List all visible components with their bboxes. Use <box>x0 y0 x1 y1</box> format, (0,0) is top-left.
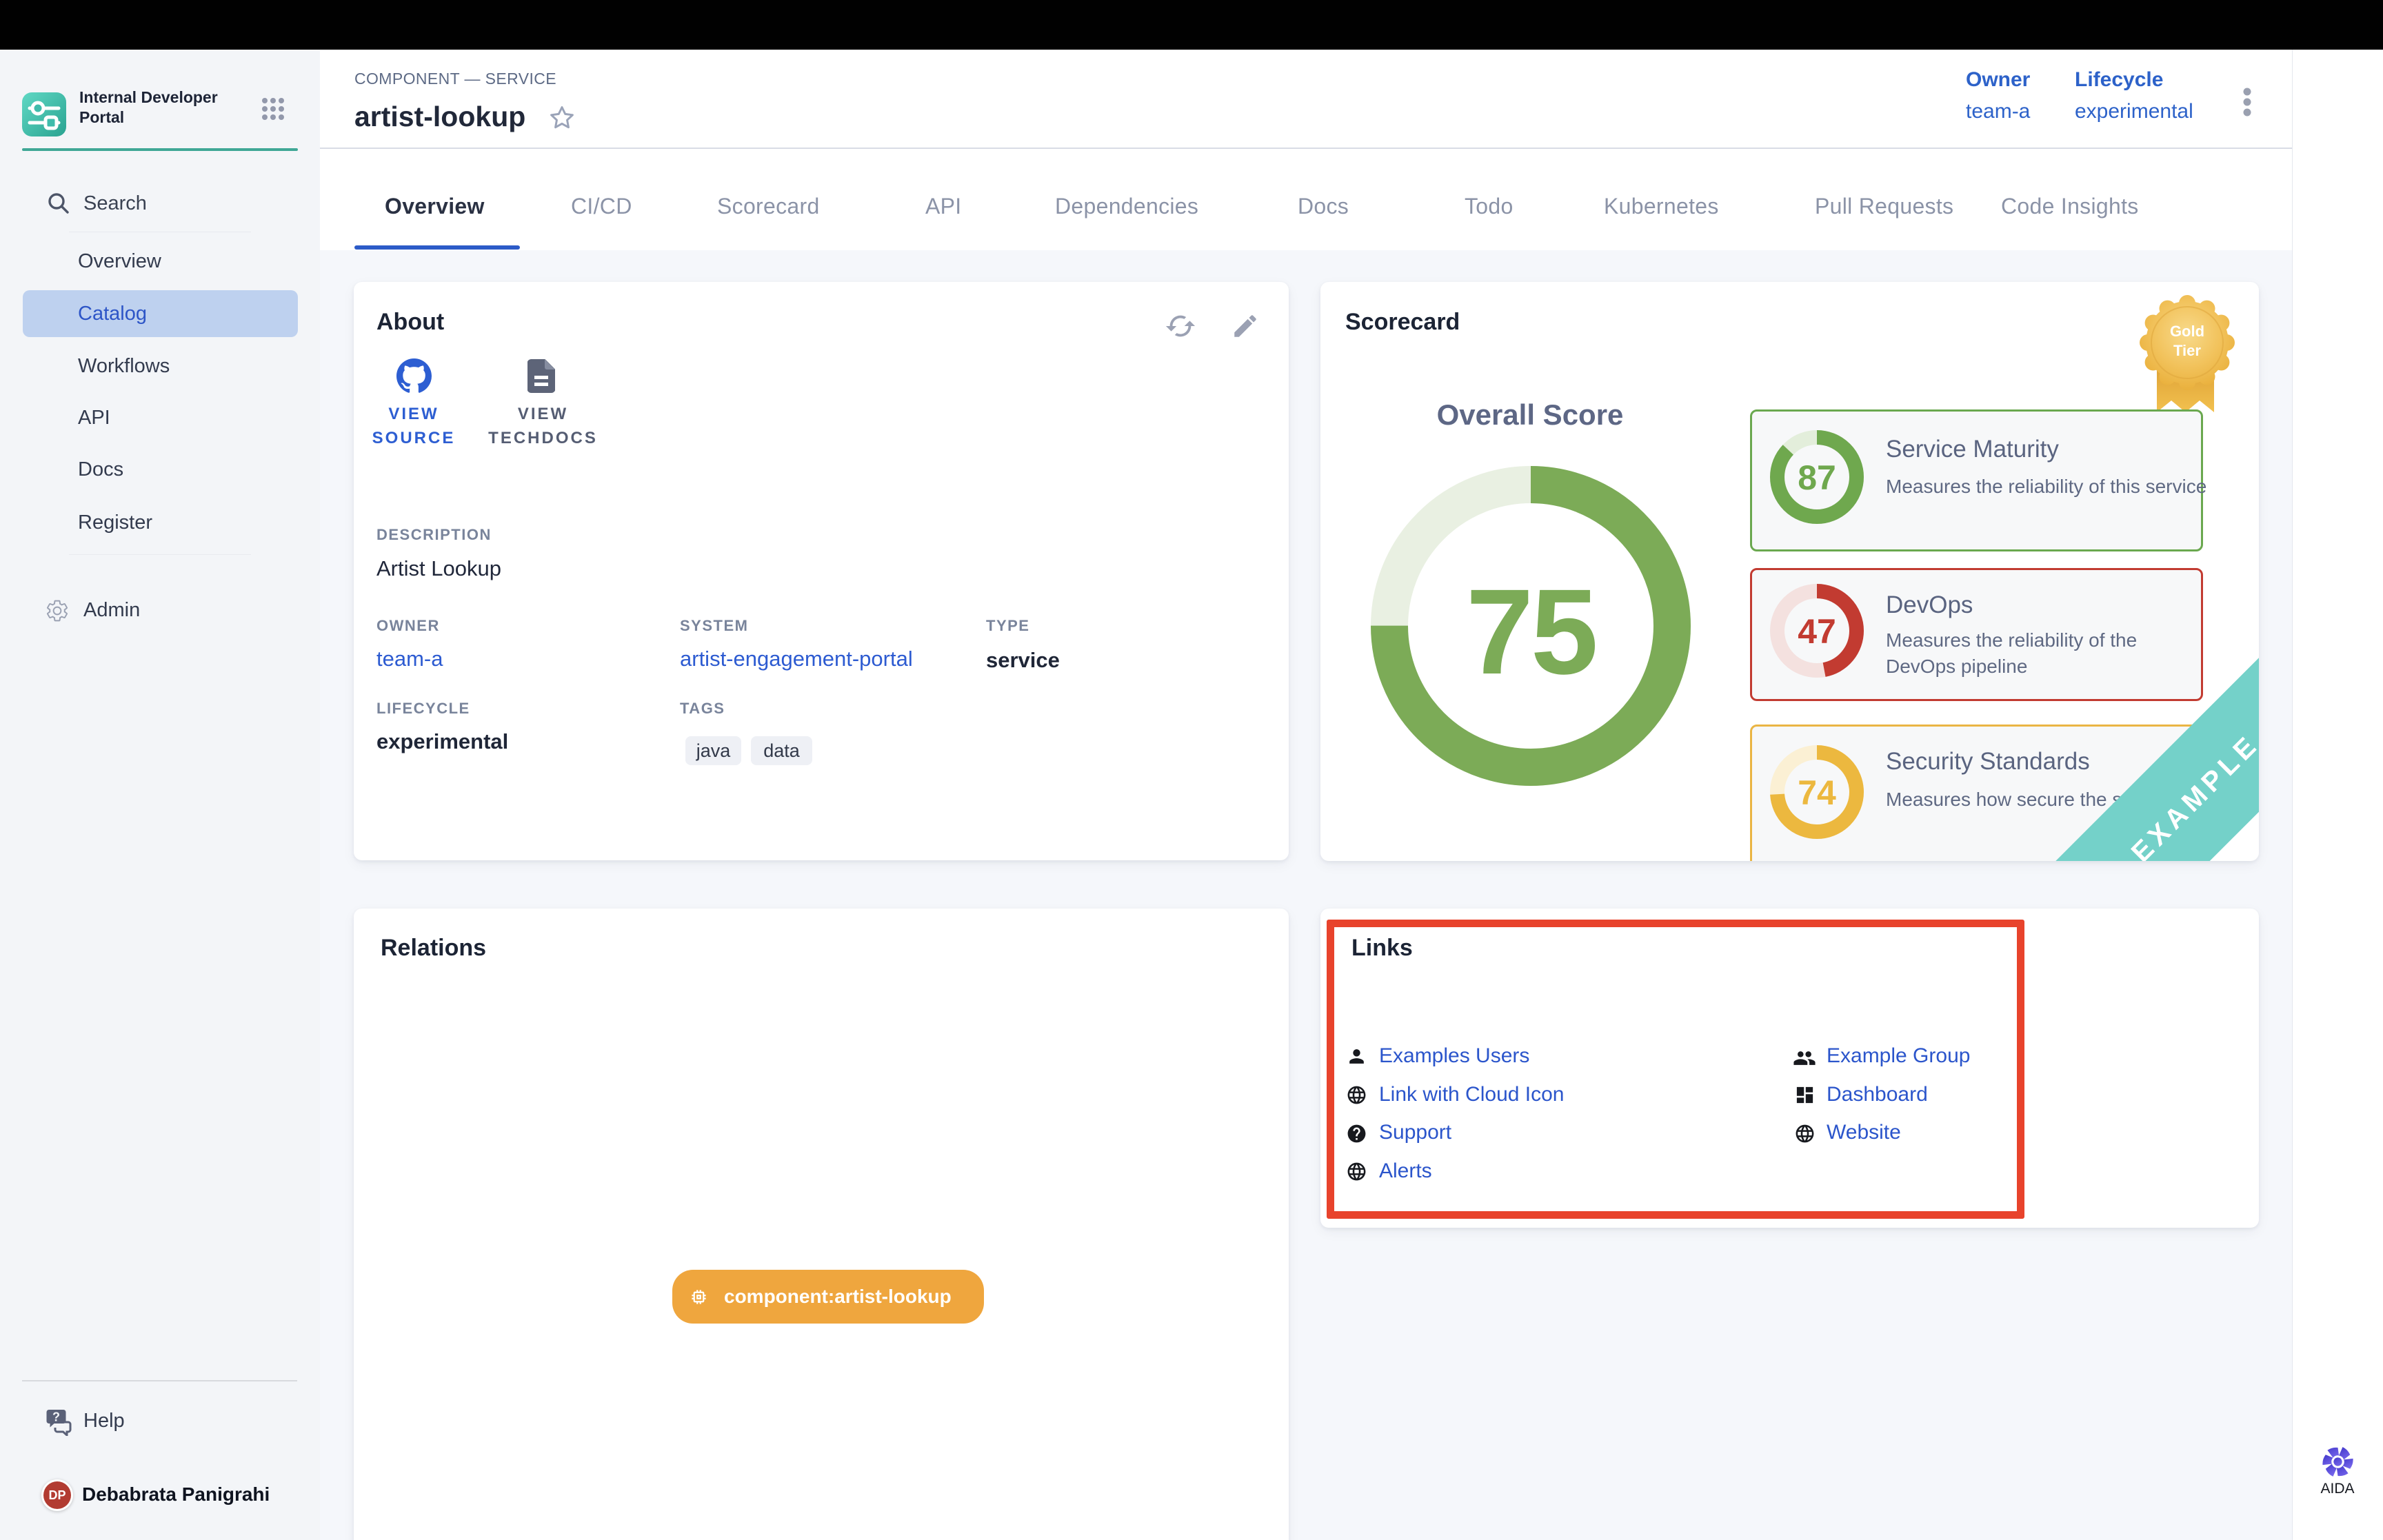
svg-text:?: ? <box>52 1410 60 1424</box>
svg-text:74: 74 <box>1798 773 1836 812</box>
